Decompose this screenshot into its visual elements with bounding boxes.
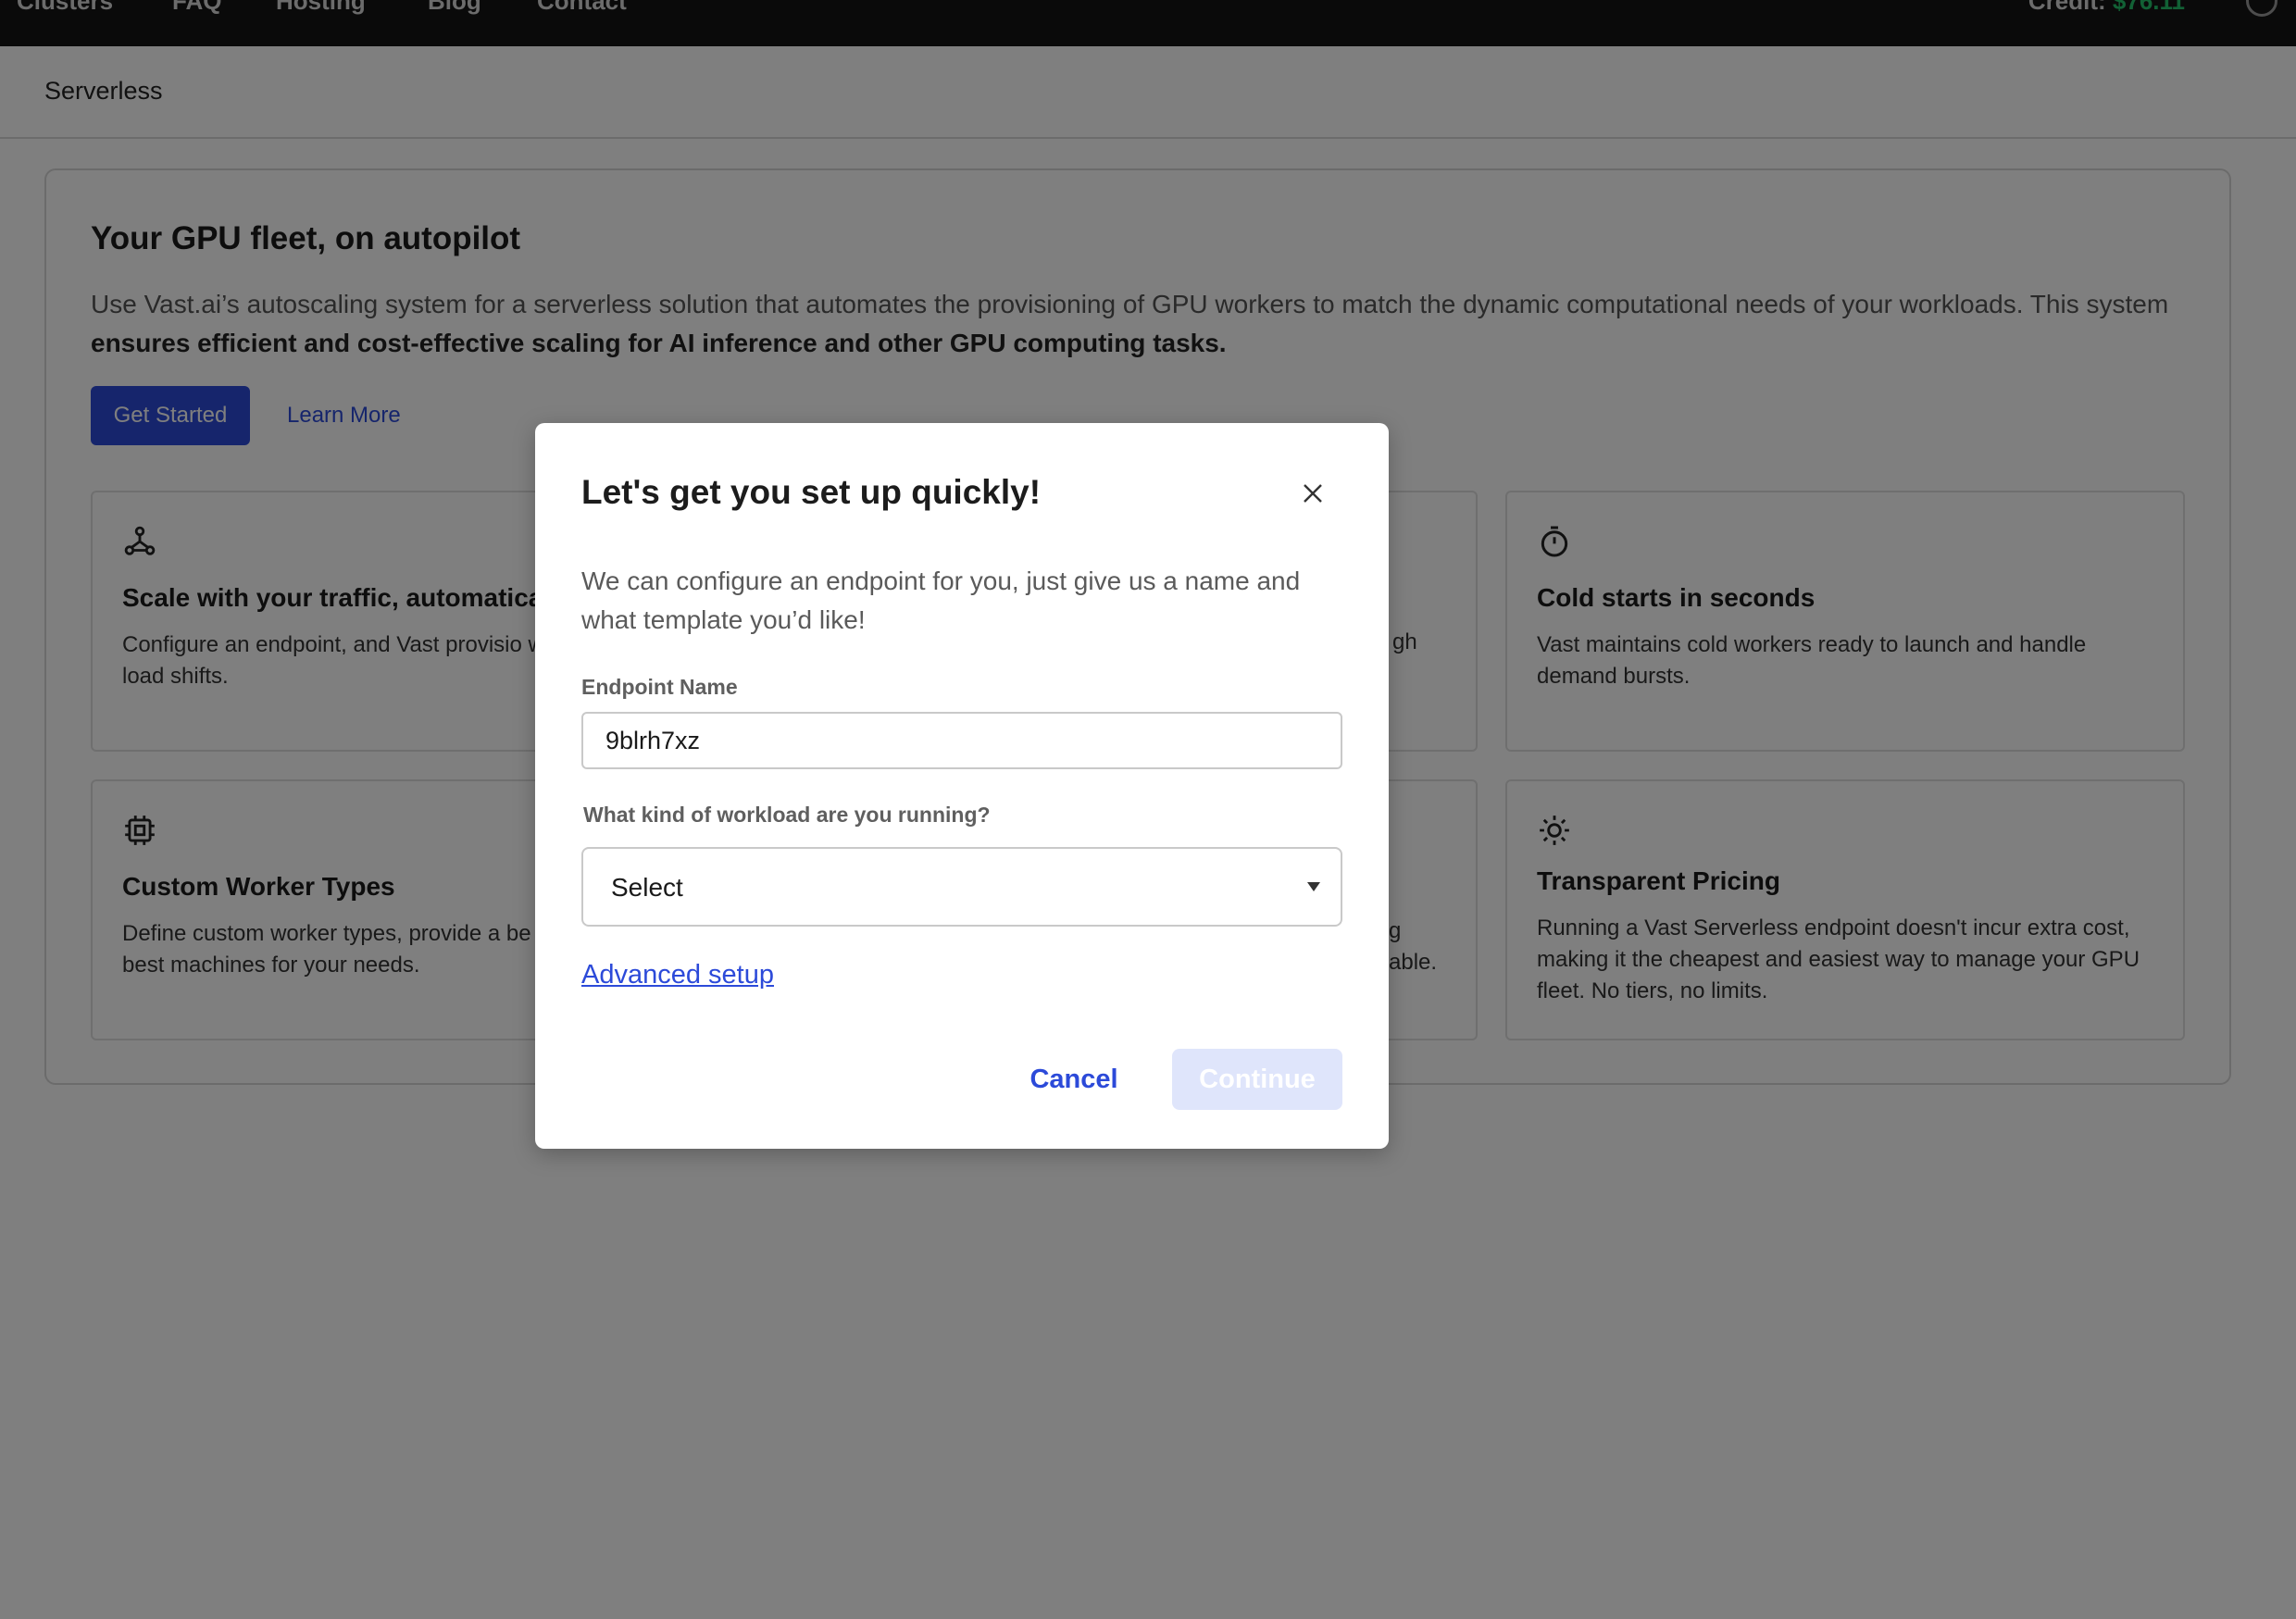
workload-label: What kind of workload are you running? [583,803,991,827]
setup-dialog: Let's get you set up quickly! We can con… [535,423,1389,1149]
close-icon [1304,484,1322,503]
workload-selected-value: Select [611,873,683,902]
advanced-setup-link[interactable]: Advanced setup [581,960,774,990]
dialog-description: We can configure an endpoint for you, ju… [581,567,1301,634]
endpoint-name-label: Endpoint Name [581,675,738,699]
workload-select[interactable]: Select [581,847,1342,927]
dialog-title: Let's get you set up quickly! [581,473,1042,511]
cancel-button[interactable]: Cancel [1017,1049,1131,1110]
endpoint-name-input[interactable] [581,712,1342,769]
close-button[interactable] [1294,475,1331,512]
chevron-down-icon [1307,882,1320,891]
continue-button[interactable]: Continue [1172,1049,1342,1110]
